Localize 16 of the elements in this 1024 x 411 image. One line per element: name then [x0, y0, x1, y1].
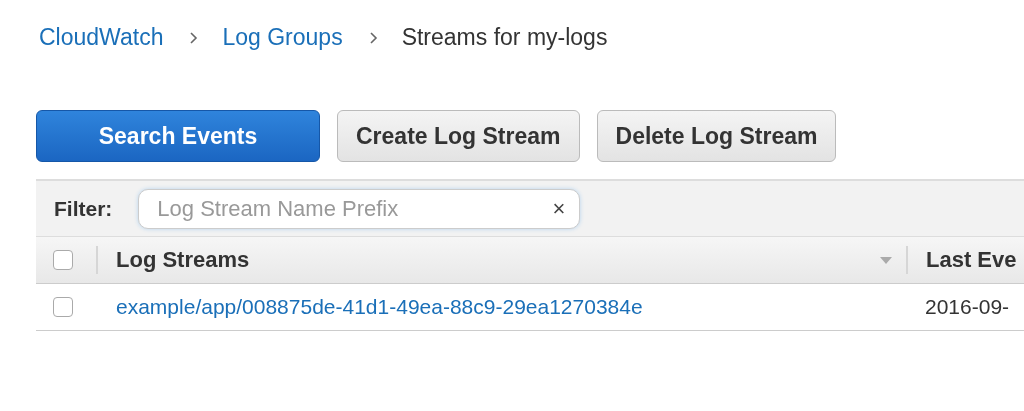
search-field[interactable]: Log Stream Name Prefix ×: [138, 188, 581, 229]
action-button[interactable]: Create Log Stream: [337, 110, 580, 162]
column-header[interactable]: Last Eve: [926, 247, 1017, 273]
search-button[interactable]: Search Events: [36, 110, 320, 162]
breadcrumb-current: Streams for my-logs: [401, 23, 608, 51]
checkbox[interactable]: [53, 250, 73, 270]
log-stream-link[interactable]: example/app/008875de-41d1-49ea-88c9-29ea1270384e: [96, 295, 643, 318]
column-header[interactable]: Log Streams: [116, 247, 250, 273]
checkbox[interactable]: [53, 297, 73, 317]
action-button[interactable]: Delete Log Stream: [596, 110, 837, 162]
breadcrumb-link[interactable]: Log Groups: [222, 23, 343, 51]
table-cell-text: 2016-09-: [924, 295, 1010, 318]
sort-icon[interactable]: [880, 256, 892, 264]
breadcrumb-link[interactable]: CloudWatch: [39, 23, 164, 51]
clear-button[interactable]: ×: [552, 195, 566, 222]
filter-label: Filter:: [54, 196, 113, 221]
